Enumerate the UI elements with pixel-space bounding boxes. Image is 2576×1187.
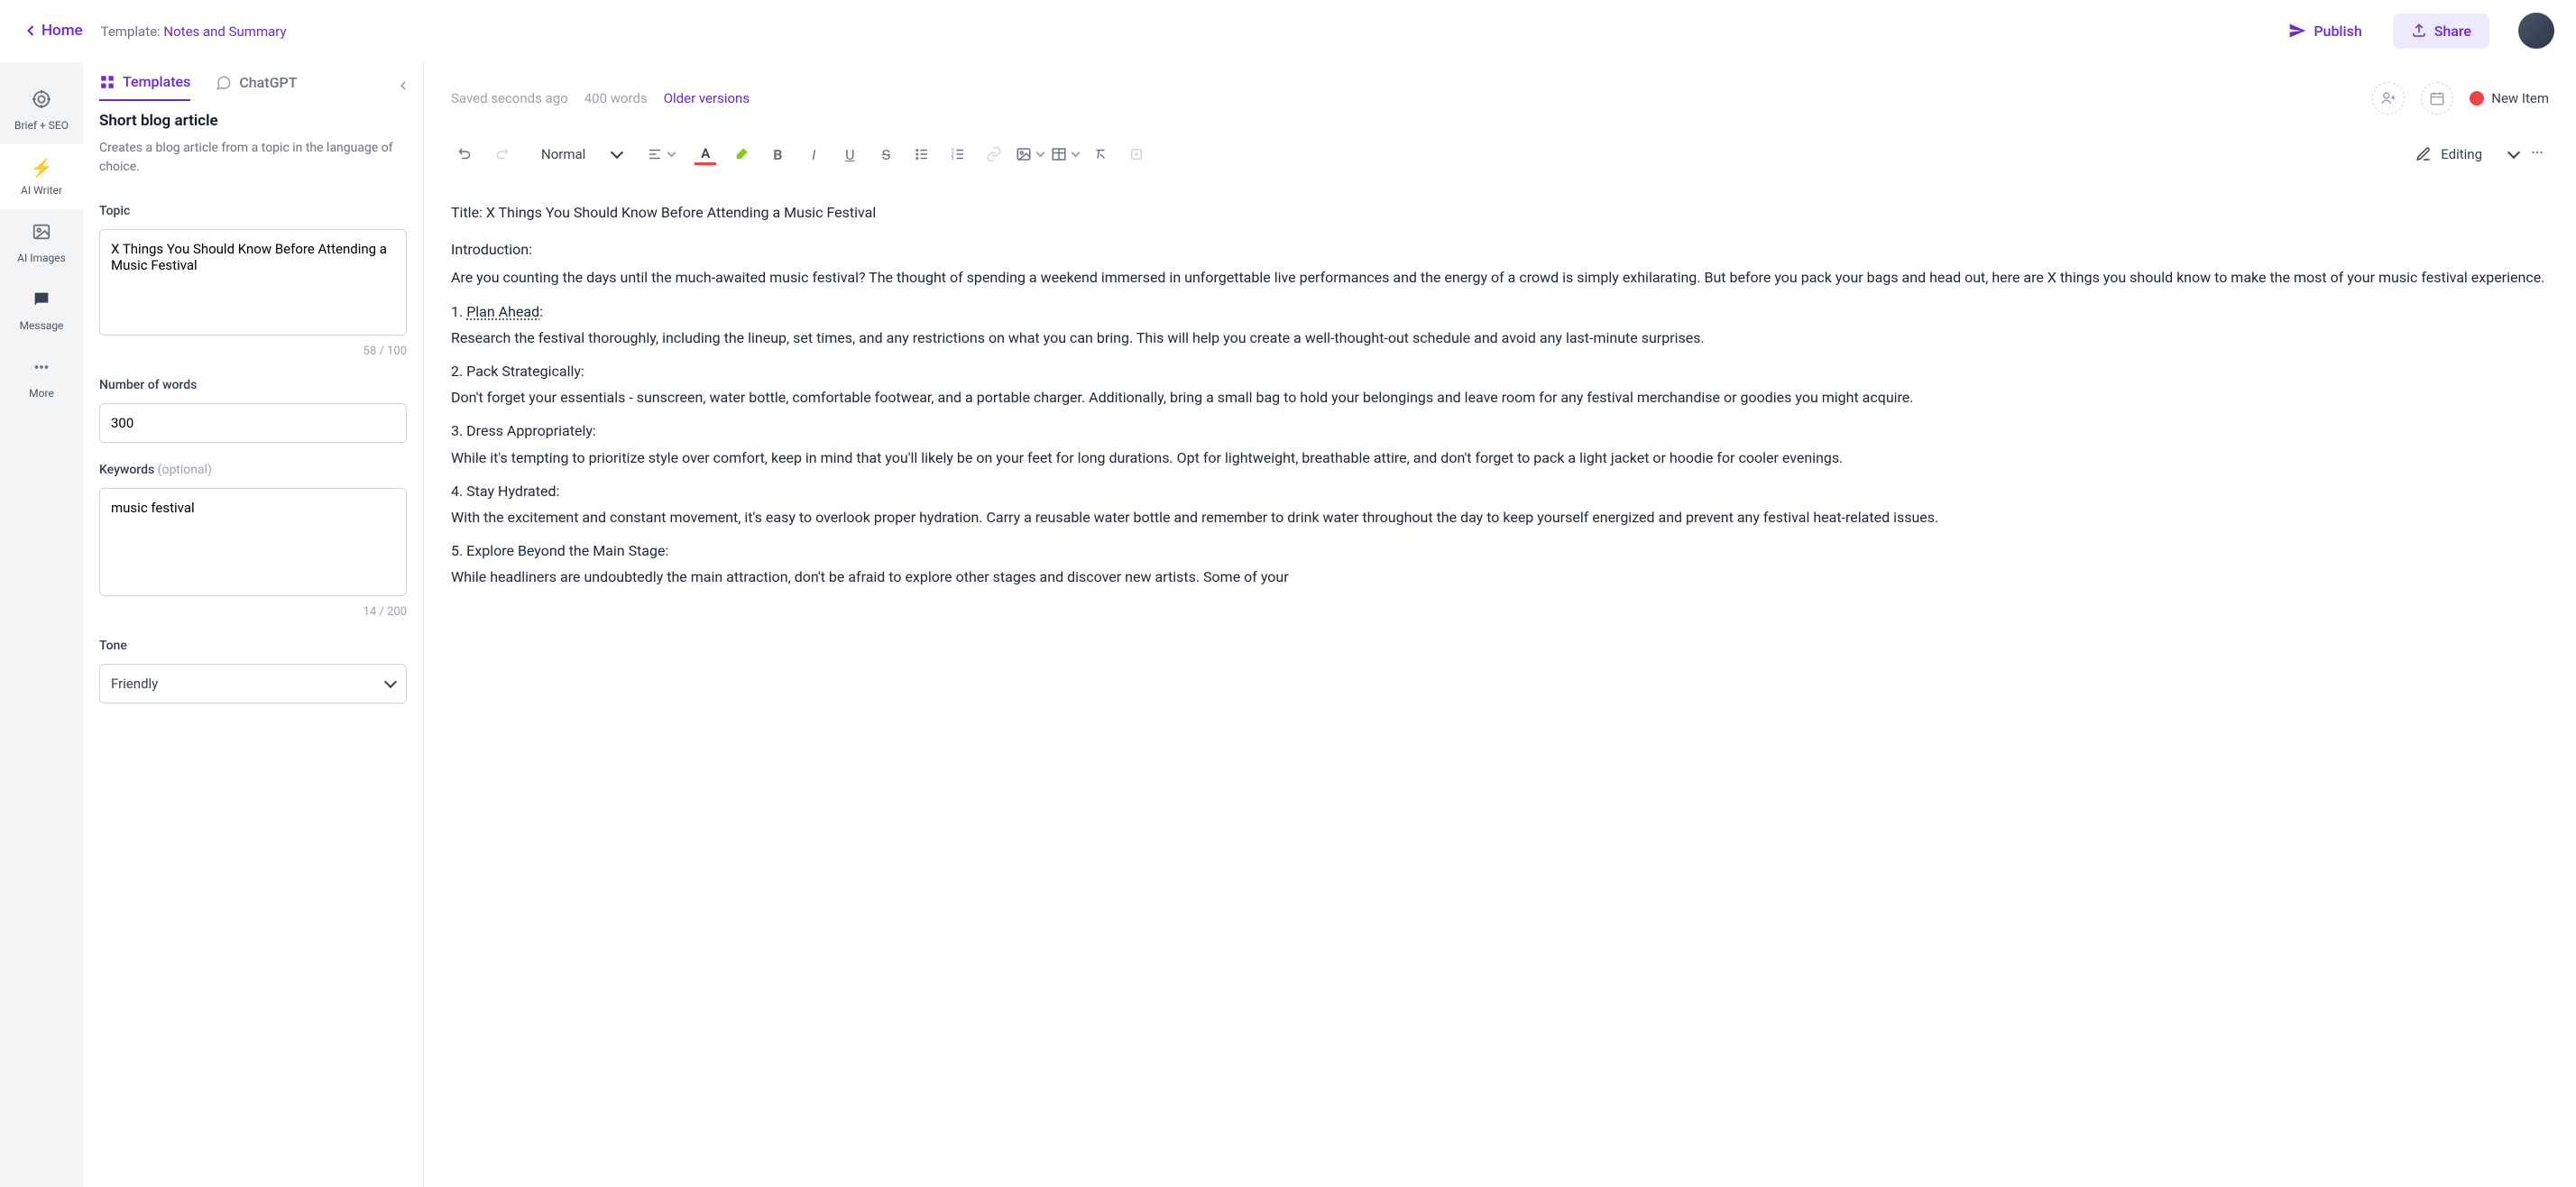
- italic-button[interactable]: I: [799, 140, 828, 169]
- chat-icon: [32, 290, 51, 314]
- editing-mode-select[interactable]: Editing: [2415, 146, 2518, 162]
- left-sidebar: Brief + SEO ⚡ AI Writer AI Images Messag…: [0, 62, 83, 1187]
- topic-input[interactable]: X Things You Should Know Before Attendin…: [99, 229, 407, 336]
- style-value: Normal: [541, 146, 585, 162]
- sidebar-item-ai-writer[interactable]: ⚡ AI Writer: [0, 144, 83, 209]
- share-button[interactable]: Share: [2393, 14, 2489, 49]
- document-content[interactable]: Title: X Things You Should Know Before A…: [424, 182, 2576, 1187]
- doc-s3-text: While it's tempting to prioritize style …: [451, 446, 2549, 470]
- template-name-link[interactable]: Notes and Summary: [163, 23, 286, 40]
- words-label: Number of words: [99, 378, 407, 392]
- add-collaborator-button[interactable]: [2372, 82, 2405, 115]
- chevron-down-icon: [667, 148, 676, 157]
- undo-button[interactable]: [451, 140, 480, 169]
- schedule-button[interactable]: [2421, 82, 2453, 115]
- tab-templates[interactable]: Templates: [99, 73, 190, 101]
- collapse-panel-button[interactable]: [392, 75, 414, 100]
- doc-s5-text: While headliners are undoubtedly the mai…: [451, 565, 2549, 589]
- home-button[interactable]: Home: [22, 22, 83, 40]
- clear-format-button[interactable]: [1086, 140, 1115, 169]
- tab-chatgpt[interactable]: ChatGPT: [216, 74, 297, 100]
- doc-s4-text: With the excitement and constant movemen…: [451, 505, 2549, 529]
- sidebar-label: Brief + SEO: [14, 119, 69, 132]
- older-versions-link[interactable]: Older versions: [664, 90, 750, 106]
- tone-value: Friendly: [111, 676, 158, 692]
- tab-label: ChatGPT: [239, 74, 297, 91]
- bold-button[interactable]: B: [763, 140, 792, 169]
- target-icon: [32, 89, 51, 114]
- doc-s1-text: Research the festival thoroughly, includ…: [451, 326, 2549, 350]
- highlight-button[interactable]: [727, 140, 756, 169]
- text-color-button[interactable]: A: [691, 140, 720, 169]
- topic-label: Topic: [99, 204, 407, 218]
- new-item-label: New Item: [2491, 90, 2549, 106]
- svg-text:3: 3: [952, 156, 954, 161]
- chevron-down-icon: [2507, 146, 2520, 159]
- bullet-list-button[interactable]: [907, 140, 936, 169]
- status-dot-icon: [2470, 91, 2484, 106]
- link-button[interactable]: [980, 140, 1008, 169]
- tone-select[interactable]: Friendly: [99, 664, 407, 704]
- template-panel: Templates ChatGPT Short blog article Cre…: [83, 62, 424, 1187]
- sidebar-label: AI Images: [17, 252, 66, 264]
- publish-label: Publish: [2314, 23, 2361, 40]
- doc-s4-title: 4. Stay Hydrated:: [451, 479, 2549, 503]
- chevron-down-icon: [384, 676, 397, 688]
- align-button[interactable]: [647, 146, 675, 162]
- doc-s2-text: Don't forget your essentials - sunscreen…: [451, 385, 2549, 409]
- new-item-indicator[interactable]: New Item: [2470, 90, 2549, 106]
- chevron-down-icon: [1036, 148, 1045, 157]
- sidebar-item-ai-images[interactable]: AI Images: [0, 209, 83, 277]
- keywords-label: Keywords (optional): [99, 463, 407, 477]
- keywords-input[interactable]: music festival: [99, 488, 407, 596]
- template-label: Template:: [101, 23, 164, 40]
- saved-status: Saved seconds ago: [451, 90, 568, 106]
- share-label: Share: [2434, 23, 2471, 40]
- template-breadcrumb: Template: Notes and Summary: [101, 23, 287, 40]
- sidebar-label: Message: [20, 319, 64, 332]
- sidebar-item-brief-seo[interactable]: Brief + SEO: [0, 77, 83, 144]
- underline-button[interactable]: U: [835, 140, 864, 169]
- sidebar-item-message[interactable]: Message: [0, 277, 83, 345]
- sidebar-item-more[interactable]: More: [0, 345, 83, 412]
- chevron-down-icon: [1072, 148, 1081, 157]
- doc-s3-title: 3. Dress Appropriately:: [451, 419, 2549, 443]
- bolt-icon: ⚡: [31, 157, 53, 179]
- insert-button[interactable]: [1122, 140, 1151, 169]
- words-input[interactable]: [99, 403, 407, 443]
- toolbar-more-button[interactable]: [2525, 141, 2549, 168]
- doc-s5-title: 5. Explore Beyond the Main Stage:: [451, 538, 2549, 563]
- sidebar-label: More: [29, 387, 54, 400]
- doc-s1-title: 1. Plan Ahead:: [451, 299, 2549, 324]
- strikethrough-button[interactable]: S: [871, 140, 900, 169]
- doc-title: Title: X Things You Should Know Before A…: [451, 200, 2549, 225]
- tab-label: Templates: [123, 73, 190, 90]
- panel-title: Short blog article: [99, 112, 407, 130]
- doc-intro-label: Introduction:: [451, 237, 2549, 262]
- editing-label: Editing: [2441, 146, 2482, 162]
- numbered-list-button[interactable]: 123: [943, 140, 972, 169]
- image-icon: [32, 222, 51, 246]
- tone-label: Tone: [99, 639, 407, 653]
- redo-button[interactable]: [487, 140, 516, 169]
- publish-button[interactable]: Publish: [2276, 14, 2374, 47]
- text-style-select[interactable]: Normal: [532, 141, 630, 168]
- word-count: 400 words: [584, 90, 648, 106]
- keywords-char-count: 14 / 200: [99, 605, 407, 619]
- topic-char-count: 58 / 100: [99, 345, 407, 358]
- doc-intro: Are you counting the days until the much…: [451, 265, 2549, 290]
- table-insert-button[interactable]: [1051, 146, 1079, 162]
- chevron-down-icon: [611, 146, 623, 159]
- home-label: Home: [41, 22, 83, 40]
- panel-description: Creates a blog article from a topic in t…: [99, 139, 407, 177]
- user-avatar[interactable]: [2518, 13, 2554, 49]
- editor-toolbar: Normal A B I U S 123: [424, 134, 2576, 182]
- doc-s2-title: 2. Pack Strategically:: [451, 359, 2549, 383]
- more-icon: [32, 357, 51, 382]
- image-insert-button[interactable]: [1016, 146, 1044, 162]
- sidebar-label: AI Writer: [21, 184, 62, 197]
